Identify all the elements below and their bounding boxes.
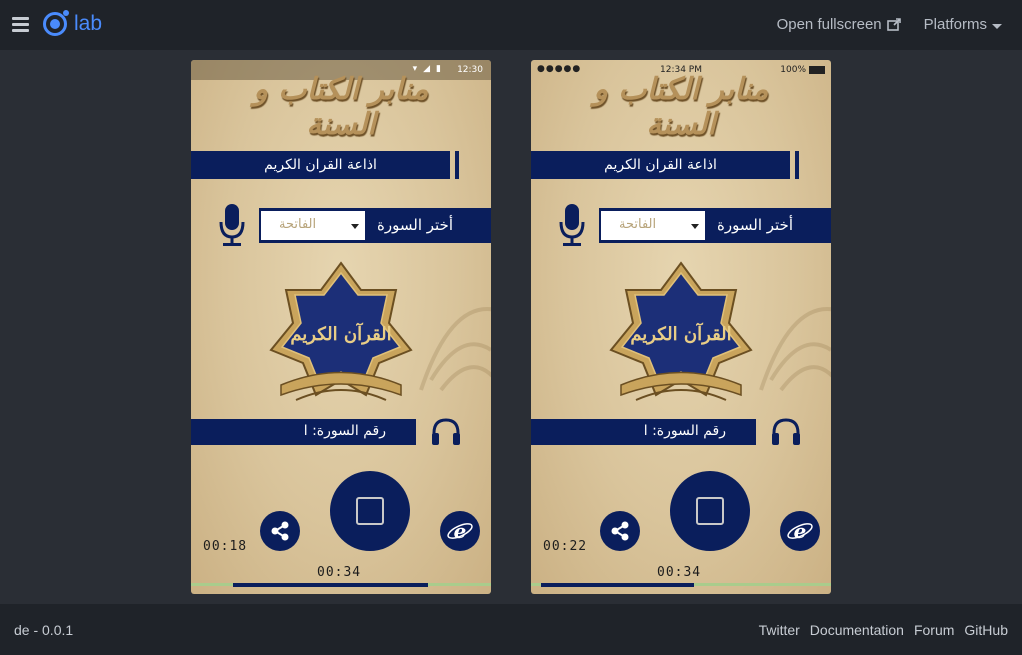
external-link-icon [886, 18, 901, 31]
quran-emblem: القرآن الكريم [609, 261, 753, 401]
svg-text:e: e [454, 519, 467, 543]
stop-icon [696, 497, 724, 525]
browser-button[interactable]: e [780, 511, 820, 551]
header-calligraphy: منابر الكتاب و السنة [253, 72, 429, 142]
github-link[interactable]: GitHub [964, 622, 1008, 638]
surah-select-label: أختر السورة [717, 216, 793, 234]
menu-icon[interactable] [12, 17, 29, 32]
radio-title-bar: اذاعة القران الكريم [191, 151, 459, 179]
android-preview: ▾◢▮ 12:30 منابر الكتاب و السنة اذاعة الق… [191, 60, 491, 594]
surah-select-bar: الفاتحة أختر السورة [599, 208, 831, 243]
forum-link[interactable]: Forum [914, 622, 954, 638]
header-calligraphy: منابر الكتاب و السنة [593, 72, 769, 142]
battery-icon [809, 66, 825, 74]
platforms-label: Platforms [923, 16, 987, 33]
background-calligraphy [759, 307, 831, 392]
browser-icon: e [447, 519, 473, 543]
background-calligraphy [419, 307, 491, 392]
logo-text: lab [74, 12, 103, 35]
surah-select-value: الفاتحة [619, 217, 657, 232]
documentation-link[interactable]: Documentation [810, 622, 904, 638]
emblem-text: القرآن الكريم [290, 322, 391, 345]
progress-fill [233, 583, 428, 587]
top-nav: Open fullscreen Platforms [777, 16, 1002, 33]
svg-text:e: e [794, 519, 807, 543]
open-fullscreen-link[interactable]: Open fullscreen [777, 16, 902, 33]
total-time: 00:34 [317, 565, 362, 580]
radio-title-bar: اذاعة القران الكريم [531, 151, 799, 179]
open-fullscreen-label: Open fullscreen [776, 16, 882, 33]
dropdown-arrow-icon [351, 224, 359, 229]
stop-button[interactable] [330, 471, 410, 551]
platforms-dropdown[interactable]: Platforms [924, 16, 1002, 33]
share-icon [611, 521, 629, 541]
surah-number-label: رقم السورة: ا [303, 423, 386, 439]
browser-button[interactable]: e [440, 511, 480, 551]
version-label: de - 0.0.1 [14, 622, 74, 638]
surah-number-bar: رقم السورة: ا [191, 419, 419, 445]
browser-icon: e [787, 519, 813, 543]
headphones-icon[interactable] [430, 417, 462, 447]
bottom-bar: de - 0.0.1 Twitter Documentation Forum G… [0, 604, 1022, 655]
surah-number-label: رقم السورة: ا [643, 423, 726, 439]
ionic-logo [43, 10, 69, 36]
surah-number-bar: رقم السورة: ا [531, 419, 759, 445]
top-bar: lab Open fullscreen Platforms [0, 0, 1022, 50]
progress-fill [541, 583, 694, 587]
ionic-lab-logo[interactable]: lab [43, 10, 103, 36]
total-time: 00:34 [657, 565, 702, 580]
current-time: 00:22 [543, 539, 588, 554]
surah-select-label: أختر السورة [377, 216, 453, 234]
current-time: 00:18 [203, 539, 248, 554]
stop-button[interactable] [670, 471, 750, 551]
quran-emblem: القرآن الكريم [269, 261, 413, 401]
radio-title: اذاعة القران الكريم [604, 157, 717, 173]
ios-preview: ●●●●● 12:34 PM 100% منابر الكتاب و السنة… [531, 60, 831, 594]
share-button[interactable] [260, 511, 300, 551]
share-icon [271, 521, 289, 541]
surah-select-value: الفاتحة [279, 217, 317, 232]
headphones-icon[interactable] [770, 417, 802, 447]
footer-links: Twitter Documentation Forum GitHub [759, 622, 1008, 638]
radio-title: اذاعة القران الكريم [264, 157, 377, 173]
stop-icon [356, 497, 384, 525]
chevron-down-icon [992, 23, 1002, 29]
emblem-text: القرآن الكريم [630, 322, 731, 345]
twitter-link[interactable]: Twitter [759, 622, 800, 638]
microphone-icon[interactable] [559, 204, 585, 246]
surah-select[interactable]: الفاتحة [261, 211, 365, 240]
microphone-icon[interactable] [219, 204, 245, 246]
surah-select[interactable]: الفاتحة [601, 211, 705, 240]
surah-select-bar: الفاتحة أختر السورة [259, 208, 491, 243]
share-button[interactable] [600, 511, 640, 551]
dropdown-arrow-icon [691, 224, 699, 229]
